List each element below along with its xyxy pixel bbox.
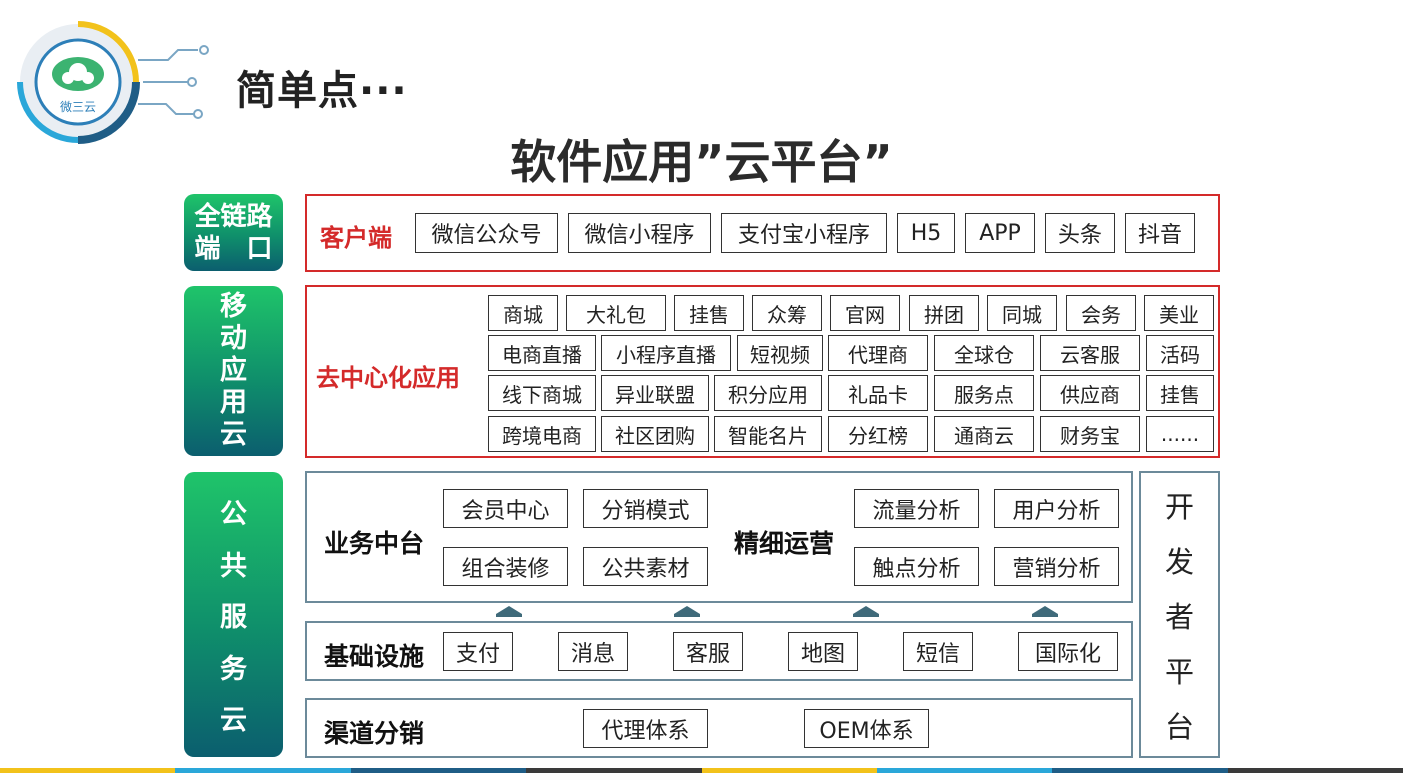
app-tag: 官网 — [830, 295, 900, 331]
app-tag: 电商直播 — [488, 335, 596, 371]
infra-tag: 地图 — [788, 632, 858, 671]
pill-mobile-app-cloud: 移 动 应 用 云 — [184, 286, 283, 456]
up-arrow-icon — [674, 606, 700, 617]
app-tag: 跨境电商 — [488, 416, 596, 452]
app-tag: 众筹 — [752, 295, 822, 331]
infra-label: 基础设施 — [324, 642, 425, 671]
pill-char: 公 — [220, 499, 247, 530]
logo-text: 微三云 — [59, 100, 96, 114]
app-tag: 云客服 — [1040, 335, 1140, 371]
client-tag: APP — [965, 213, 1035, 253]
channel-label: 渠道分销 — [324, 719, 425, 748]
slide-title: 简单点··· — [236, 68, 408, 114]
up-arrow-icon — [1032, 606, 1058, 617]
pill-char: 务 — [220, 653, 247, 685]
business-tag: 公共素材 — [583, 547, 708, 586]
pill-full-chain-port: 全链路 端 口 — [184, 194, 283, 271]
pill-line: 端 口 — [194, 233, 273, 264]
app-tag: 财务宝 — [1040, 416, 1140, 452]
ops-tag: 用户分析 — [994, 489, 1119, 528]
business-label: 业务中台 — [324, 529, 425, 558]
channel-box — [305, 698, 1133, 758]
business-tag: 会员中心 — [443, 489, 568, 528]
pill-char: 共 — [220, 550, 247, 582]
infra-tag: 短信 — [903, 632, 973, 671]
app-tag: 美业 — [1144, 295, 1214, 331]
app-tag: 异业联盟 — [601, 375, 709, 411]
developer-char: 开 — [1164, 489, 1194, 524]
app-tag: 商城 — [488, 295, 558, 331]
developer-char: 台 — [1164, 709, 1194, 744]
developer-char: 者 — [1164, 599, 1194, 634]
up-arrow-icon — [496, 606, 522, 617]
pill-char: 应 — [220, 355, 247, 386]
app-tag: 社区团购 — [601, 416, 709, 452]
app-tag: 积分应用 — [714, 375, 822, 411]
app-tag: 线下商城 — [488, 375, 596, 411]
app-tag: 拼团 — [909, 295, 979, 331]
app-tag: 供应商 — [1040, 375, 1140, 411]
pill-char: 云 — [220, 705, 247, 736]
client-tag: 微信小程序 — [568, 213, 711, 253]
client-tag: 抖音 — [1125, 213, 1195, 253]
infra-tag: 支付 — [443, 632, 513, 671]
infra-tag: 客服 — [673, 632, 743, 671]
up-arrow-icon — [853, 606, 879, 617]
app-tag: 智能名片 — [714, 416, 822, 452]
client-label: 客户端 — [320, 224, 392, 252]
client-tag: 微信公众号 — [415, 213, 558, 253]
app-tag: 全球仓 — [934, 335, 1034, 371]
channel-tag: 代理体系 — [583, 709, 708, 748]
pill-char: 云 — [220, 419, 247, 450]
app-tag: 大礼包 — [566, 295, 666, 331]
app-tag: 服务点 — [934, 375, 1034, 411]
bottom-bar — [0, 768, 1403, 773]
app-tag: 短视频 — [737, 335, 823, 371]
ops-tag: 触点分析 — [854, 547, 979, 586]
pill-char: 用 — [220, 387, 247, 418]
client-tag: H5 — [897, 213, 955, 253]
app-tag: 挂售 — [1146, 375, 1214, 411]
developer-platform: 开 发 者 平 台 — [1139, 471, 1220, 758]
app-tag: 通商云 — [934, 416, 1034, 452]
pill-char: 移 — [220, 291, 247, 322]
infra-tag: 国际化 — [1018, 632, 1118, 671]
app-tag: 礼品卡 — [828, 375, 928, 411]
pill-public-service-cloud: 公 共 服 务 云 — [184, 472, 283, 757]
decentral-label: 去中心化应用 — [316, 364, 460, 392]
ops-tag: 流量分析 — [854, 489, 979, 528]
ops-tag: 营销分析 — [994, 547, 1119, 586]
client-tag: 头条 — [1045, 213, 1115, 253]
app-tag: 会务 — [1066, 295, 1136, 331]
pill-line: 全链路 — [194, 201, 273, 232]
client-tag: 支付宝小程序 — [721, 213, 887, 253]
app-tag: 挂售 — [674, 295, 744, 331]
app-tag: 分红榜 — [828, 416, 928, 452]
app-tag: 活码 — [1146, 335, 1214, 371]
app-tag: 同城 — [987, 295, 1057, 331]
app-tag: ...... — [1146, 416, 1214, 452]
pill-char: 动 — [220, 323, 247, 354]
developer-char: 平 — [1164, 654, 1194, 689]
ops-label: 精细运营 — [734, 529, 835, 558]
app-tag: 代理商 — [828, 335, 928, 371]
business-tag: 分销模式 — [583, 489, 708, 528]
business-tag: 组合装修 — [443, 547, 568, 586]
pill-char: 服 — [220, 602, 247, 633]
developer-char: 发 — [1164, 544, 1194, 579]
channel-tag: OEM体系 — [804, 709, 929, 748]
main-title: 软件应用”云平台” — [510, 135, 893, 189]
infra-tag: 消息 — [558, 632, 628, 671]
app-tag: 小程序直播 — [601, 335, 731, 371]
